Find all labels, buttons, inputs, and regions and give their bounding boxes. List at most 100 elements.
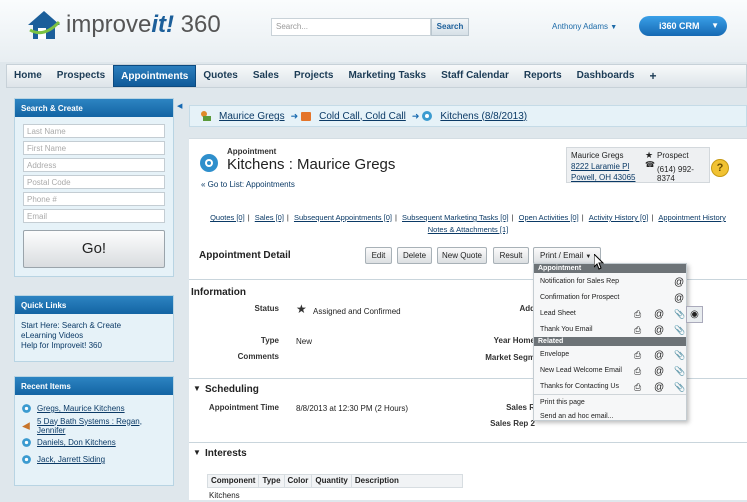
related-link-quotes[interactable]: Quotes [0] [210,213,245,222]
email-icon[interactable]: @ [654,382,664,393]
menu-item-envelope[interactable]: Envelope ⎙ @ 📎 [534,346,686,362]
breadcrumb-prospect-link[interactable]: Maurice Gregs [219,111,285,122]
printer-icon[interactable]: ⎙ [634,382,643,392]
breadcrumb-appointment-link[interactable]: Kitchens (8/8/2013) [440,111,527,122]
section-title: Scheduling [205,384,259,395]
related-link-subsequent-appointments[interactable]: Subsequent Appointments [0] [294,213,392,222]
quick-link-elearning[interactable]: eLearning Videos [21,331,167,341]
star-icon: ★ [296,302,307,316]
menu-item-thanks-contacting[interactable]: Thanks for Contacting Us ⎙ @ 📎 [534,378,686,394]
result-button[interactable]: Result [493,247,529,264]
contact-address-line2[interactable]: Powell, OH 43065 [571,173,635,182]
contact-address-line1[interactable]: 8222 Laramie Pl [571,162,629,171]
related-link-open-activities[interactable]: Open Activities [0] [519,213,579,222]
column-header: Quantity [312,475,352,487]
add-tab-button[interactable]: + [642,65,664,87]
menu-item-thank-you-email[interactable]: Thank You Email ⎙ @ 📎 [534,321,686,337]
address-field[interactable]: Address [23,158,165,172]
menu-item-print-page[interactable]: Print this page [534,395,686,409]
tab-reports[interactable]: Reports [517,65,570,87]
chevron-down-icon: ▼ [585,254,592,260]
type-value: New [296,337,313,346]
menu-item-label: Thank You Email [540,325,593,333]
menu-item-ad-hoc-email[interactable]: Send an ad hoc email... [534,409,686,423]
recent-item[interactable]: Daniels, Don Kitchens [21,434,167,451]
recent-item[interactable]: Gregs, Maurice Kitchens [21,400,167,417]
tab-appointments[interactable]: Appointments [113,65,197,87]
search-input[interactable]: Search... [271,18,431,36]
related-link-appointment-history[interactable]: Appointment History [658,213,726,222]
menu-item-new-lead-welcome[interactable]: New Lead Welcome Email ⎙ @ 📎 [534,362,686,378]
appointment-icon [22,438,31,447]
print-email-button[interactable]: Print / Email ▼ [533,247,601,264]
improveit-logo[interactable]: improveit! 360 [26,8,221,42]
quick-link-help[interactable]: Help for Improveit! 360 [21,341,167,351]
crm-app-switcher-button[interactable]: i360 CRM ▼ [639,16,727,36]
last-name-field[interactable]: Last Name [23,124,165,138]
help-icon[interactable]: ? [711,159,729,177]
printer-icon[interactable]: ⎙ [634,366,643,376]
first-name-field[interactable]: First Name [23,141,165,155]
printer-icon[interactable]: ⎙ [634,350,643,360]
delete-button[interactable]: Delete [397,247,432,264]
recent-item[interactable]: Jack, Jarrett Siding [21,451,167,468]
tab-staff-calendar[interactable]: Staff Calendar [434,65,517,87]
go-to-list-link[interactable]: « Go to List: Appointments [201,180,295,189]
attachment-icon[interactable]: 📎 [674,325,685,335]
menu-item-notification-sales-rep[interactable]: Notification for Sales Rep @ [534,273,686,289]
edit-button[interactable]: Edit [365,247,392,264]
new-quote-button[interactable]: New Quote [437,247,487,264]
quick-link-start-here[interactable]: Start Here: Search & Create [21,321,167,331]
collapse-icon[interactable]: ▼ [193,384,201,393]
quick-links-panel: Quick Links Start Here: Search & Create … [14,295,174,362]
panel-title: Quick Links [15,296,173,314]
menu-item-confirmation-prospect[interactable]: Confirmation for Prospect @ [534,289,686,305]
tab-quotes[interactable]: Quotes [196,65,245,87]
map-icon[interactable]: ◉ [686,306,703,323]
email-icon[interactable]: @ [654,309,664,320]
tab-sales[interactable]: Sales [246,65,287,87]
collapse-icon[interactable]: ▼ [193,448,201,457]
tab-prospects[interactable]: Prospects [50,65,113,87]
recent-item-label: Gregs, Maurice Kitchens [37,404,125,413]
printer-icon[interactable]: ⎙ [634,309,643,319]
chevron-down-icon: ▼ [711,21,719,30]
related-link-activity-history[interactable]: Activity History [0] [589,213,649,222]
email-icon[interactable]: @ [654,325,664,336]
collapse-sidebar-icon[interactable]: ◀ [177,102,182,110]
user-menu[interactable]: Anthony Adams ▼ [552,22,617,31]
breadcrumb-marketing-link[interactable]: Cold Call, Cold Call [319,111,406,122]
chevron-down-icon: ▼ [610,24,618,31]
menu-section-header: Appointment [534,264,686,273]
attachment-icon[interactable]: 📎 [674,350,685,360]
related-link-notes-attachments[interactable]: Notes & Attachments [1] [428,225,508,234]
table-row[interactable]: Kitchens [209,491,240,500]
email-icon[interactable]: @ [654,350,664,361]
recent-item[interactable]: 5 Day Bath Systems : Regan, Jennifer [21,417,167,435]
phone-field[interactable]: Phone # [23,192,165,206]
attachment-icon[interactable]: 📎 [674,366,685,376]
email-icon[interactable]: @ [674,277,684,288]
attachment-icon[interactable]: 📎 [674,382,685,392]
appointment-record-icon [200,154,218,172]
menu-item-label: Thanks for Contacting Us [540,382,619,390]
email-field[interactable]: Email [23,209,165,223]
email-icon[interactable]: @ [674,293,684,304]
menu-item-label: Lead Sheet [540,309,576,317]
tab-dashboards[interactable]: Dashboards [570,65,643,87]
printer-icon[interactable]: ⎙ [634,325,643,335]
tab-marketing-tasks[interactable]: Marketing Tasks [341,65,434,87]
contact-role: Prospect [657,151,689,160]
postal-code-field[interactable]: Postal Code [23,175,165,189]
tab-projects[interactable]: Projects [287,65,341,87]
search-button[interactable]: Search [431,18,469,36]
tab-home[interactable]: Home [7,65,50,87]
go-button[interactable]: Go! [23,230,165,268]
related-link-subsequent-marketing-tasks[interactable]: Subsequent Marketing Tasks [0] [402,213,509,222]
recent-items-panel: Recent Items Gregs, Maurice Kitchens 5 D… [14,376,174,486]
attachment-icon[interactable]: 📎 [674,309,685,319]
appointment-icon [22,455,31,464]
email-icon[interactable]: @ [654,366,664,377]
menu-item-lead-sheet[interactable]: Lead Sheet ⎙ @ 📎 [534,305,686,321]
related-link-sales[interactable]: Sales [0] [255,213,284,222]
